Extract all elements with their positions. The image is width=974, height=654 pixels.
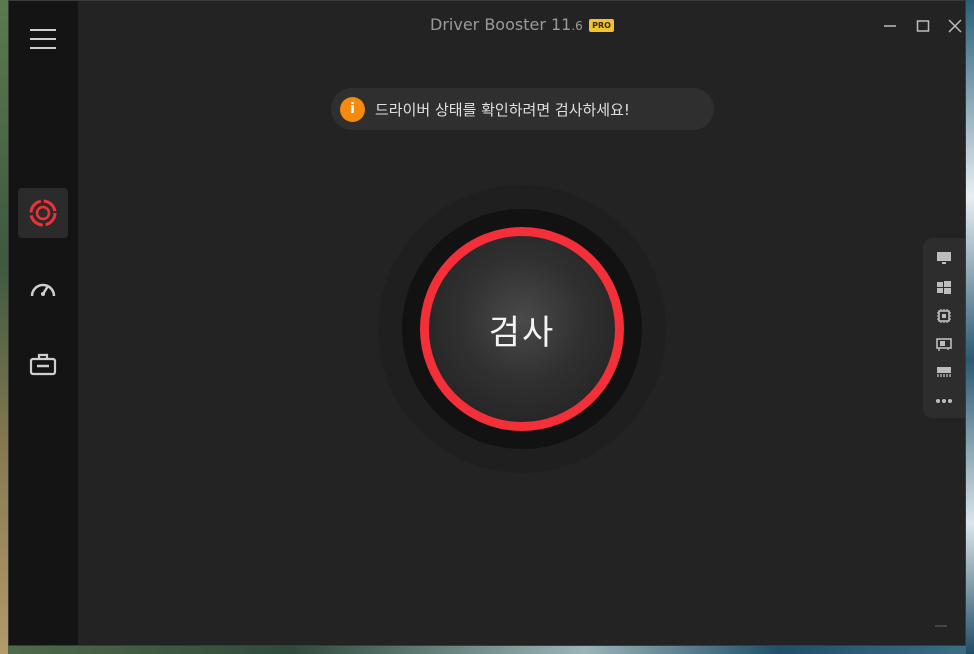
- maximize-button[interactable]: [908, 13, 938, 39]
- close-icon: [948, 19, 962, 33]
- sidebar-item-toolbox[interactable]: [18, 339, 68, 389]
- info-icon: i: [340, 96, 365, 122]
- app-title-main: Driver Booster 11: [430, 15, 572, 34]
- menu-line: [30, 29, 56, 31]
- minimize-icon: [884, 25, 896, 27]
- menu-line: [30, 47, 56, 49]
- notice-text: 드라이버 상태를 확인하려면 검사하세요!: [375, 100, 630, 119]
- speedometer-icon: [30, 283, 56, 297]
- scan-button-label: 검사: [488, 312, 556, 353]
- scan-notice: i 드라이버 상태를 확인하려면 검사하세요!: [331, 88, 714, 130]
- app-title: Driver Booster 11.6: [430, 15, 583, 34]
- chip-icon[interactable]: [935, 307, 953, 325]
- sidebar-item-scan[interactable]: [18, 188, 68, 238]
- more-icon[interactable]: [935, 392, 953, 410]
- network-card-icon[interactable]: [935, 335, 953, 353]
- minimize-button[interactable]: [875, 13, 905, 39]
- memory-icon[interactable]: [935, 362, 953, 380]
- desktop-background-left: [0, 0, 8, 654]
- menu-button[interactable]: [30, 29, 56, 49]
- close-button[interactable]: [940, 13, 965, 39]
- scan-button[interactable]: 검사: [420, 227, 624, 431]
- driver-scan-icon: [29, 199, 57, 227]
- toolbox-icon: [29, 353, 57, 376]
- sidebar: [9, 1, 78, 645]
- app-title-version: .6: [571, 19, 583, 33]
- monitor-icon[interactable]: [935, 249, 953, 267]
- desktop-background-right: [966, 0, 974, 654]
- windows-icon[interactable]: [935, 279, 953, 297]
- app-window: Driver Booster 11.6 PRO i 드라이버 상태를 확인하려면…: [8, 0, 966, 646]
- maximize-icon: [916, 20, 930, 32]
- pro-badge: PRO: [589, 19, 614, 32]
- resize-grip[interactable]: [935, 625, 947, 627]
- menu-line: [30, 38, 56, 40]
- device-category-panel: [923, 238, 965, 418]
- title-bar: Driver Booster 11.6 PRO: [78, 1, 965, 51]
- sidebar-item-boost[interactable]: [18, 264, 68, 314]
